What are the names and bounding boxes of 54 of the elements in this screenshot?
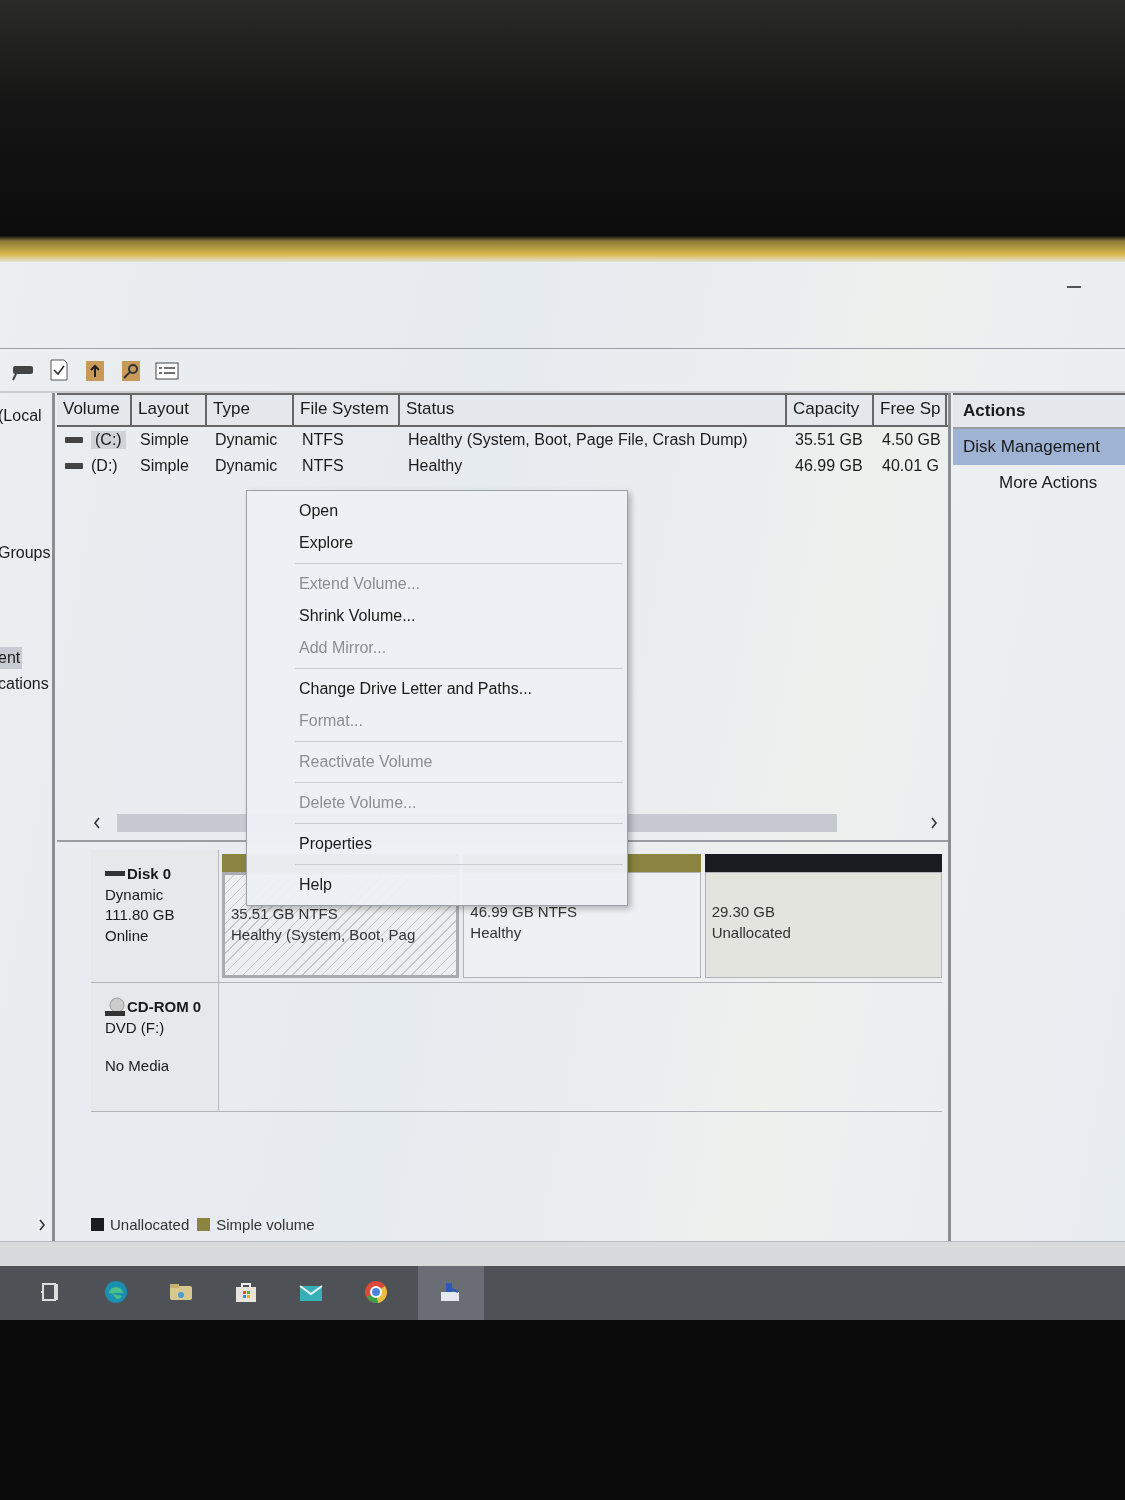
drive-letter[interactable]: (C:) (91, 431, 126, 449)
table-cell-text: Dynamic (214, 431, 279, 449)
drive-icon (65, 436, 83, 444)
table-cell-text: Simple (139, 431, 190, 449)
unallocated-space[interactable]: 29.30 GB Unallocated (704, 872, 942, 978)
menu-item[interactable]: Open (247, 495, 627, 527)
disk-info: 111.80 GB (105, 905, 176, 925)
menu-item[interactable]: Shrink Volume... (247, 600, 627, 632)
disk-name: CD-ROM 0 (127, 997, 202, 1017)
column-header[interactable]: Layout (132, 395, 207, 425)
folder-up-icon (83, 358, 107, 382)
pane-title: Actions (953, 393, 1125, 429)
table-cell-text: NTFS (301, 457, 345, 475)
folder-search-icon (119, 358, 143, 382)
column-header[interactable]: Volume (57, 395, 132, 425)
menu-item[interactable]: Change Drive Letter and Paths... (247, 673, 627, 705)
partition-info: Healthy (470, 923, 523, 943)
column-header[interactable]: Status (400, 395, 787, 425)
partition-info: 35.51 GB NTFS (231, 904, 339, 924)
table-cell-text: Dynamic (214, 457, 279, 475)
column-header[interactable]: File System (294, 395, 400, 425)
column-header[interactable]: Capacity (787, 395, 874, 425)
table-cell-text: 46.99 GB (794, 457, 864, 475)
table-cell-text: 4.50 GB (881, 431, 942, 449)
section-header[interactable]: Disk Management (953, 429, 1125, 465)
document-check-icon (47, 358, 71, 382)
table-cell-text: Healthy (System, Boot, Page File, Crash Dump) (407, 431, 749, 449)
legend-label: Unallocated (110, 1216, 190, 1233)
table-cell-text: Simple (139, 457, 190, 475)
disk-info: Online (105, 925, 150, 946)
table-cell-text: Healthy (407, 457, 464, 475)
browser-icon (104, 1280, 130, 1306)
table-cell-text: NTFS (301, 431, 345, 449)
legend-label: Simple volume (216, 1216, 315, 1233)
column-header[interactable]: Type (207, 395, 294, 425)
partition-info: Unallocated (711, 923, 792, 943)
cd-drive-icon (105, 997, 125, 1018)
partition-info: 29.30 GB (711, 902, 777, 922)
column-header[interactable]: Free Sp (874, 395, 947, 425)
drive-letter[interactable]: (D:) (91, 457, 118, 475)
partition-info: Healthy (System, Boot, Pag (231, 925, 417, 945)
menu-item[interactable]: Explore (247, 527, 627, 559)
drive-icon (65, 462, 83, 470)
taskbar-button[interactable] (418, 1266, 484, 1320)
menu-item[interactable]: Properties (247, 828, 627, 860)
browser-icon (364, 1280, 390, 1306)
table-cell-text: 40.01 G (881, 457, 940, 475)
disk-status: No Media (105, 1056, 171, 1076)
disk-info: Dynamic (105, 884, 165, 905)
disk-name: Disk 0 (127, 864, 172, 884)
partition-info: 46.99 GB NTFS (470, 902, 579, 922)
table-cell-text: 35.51 GB (794, 431, 864, 449)
action-link[interactable]: More Actions (953, 465, 1125, 501)
disk-info: DVD (F:) (105, 1017, 166, 1038)
